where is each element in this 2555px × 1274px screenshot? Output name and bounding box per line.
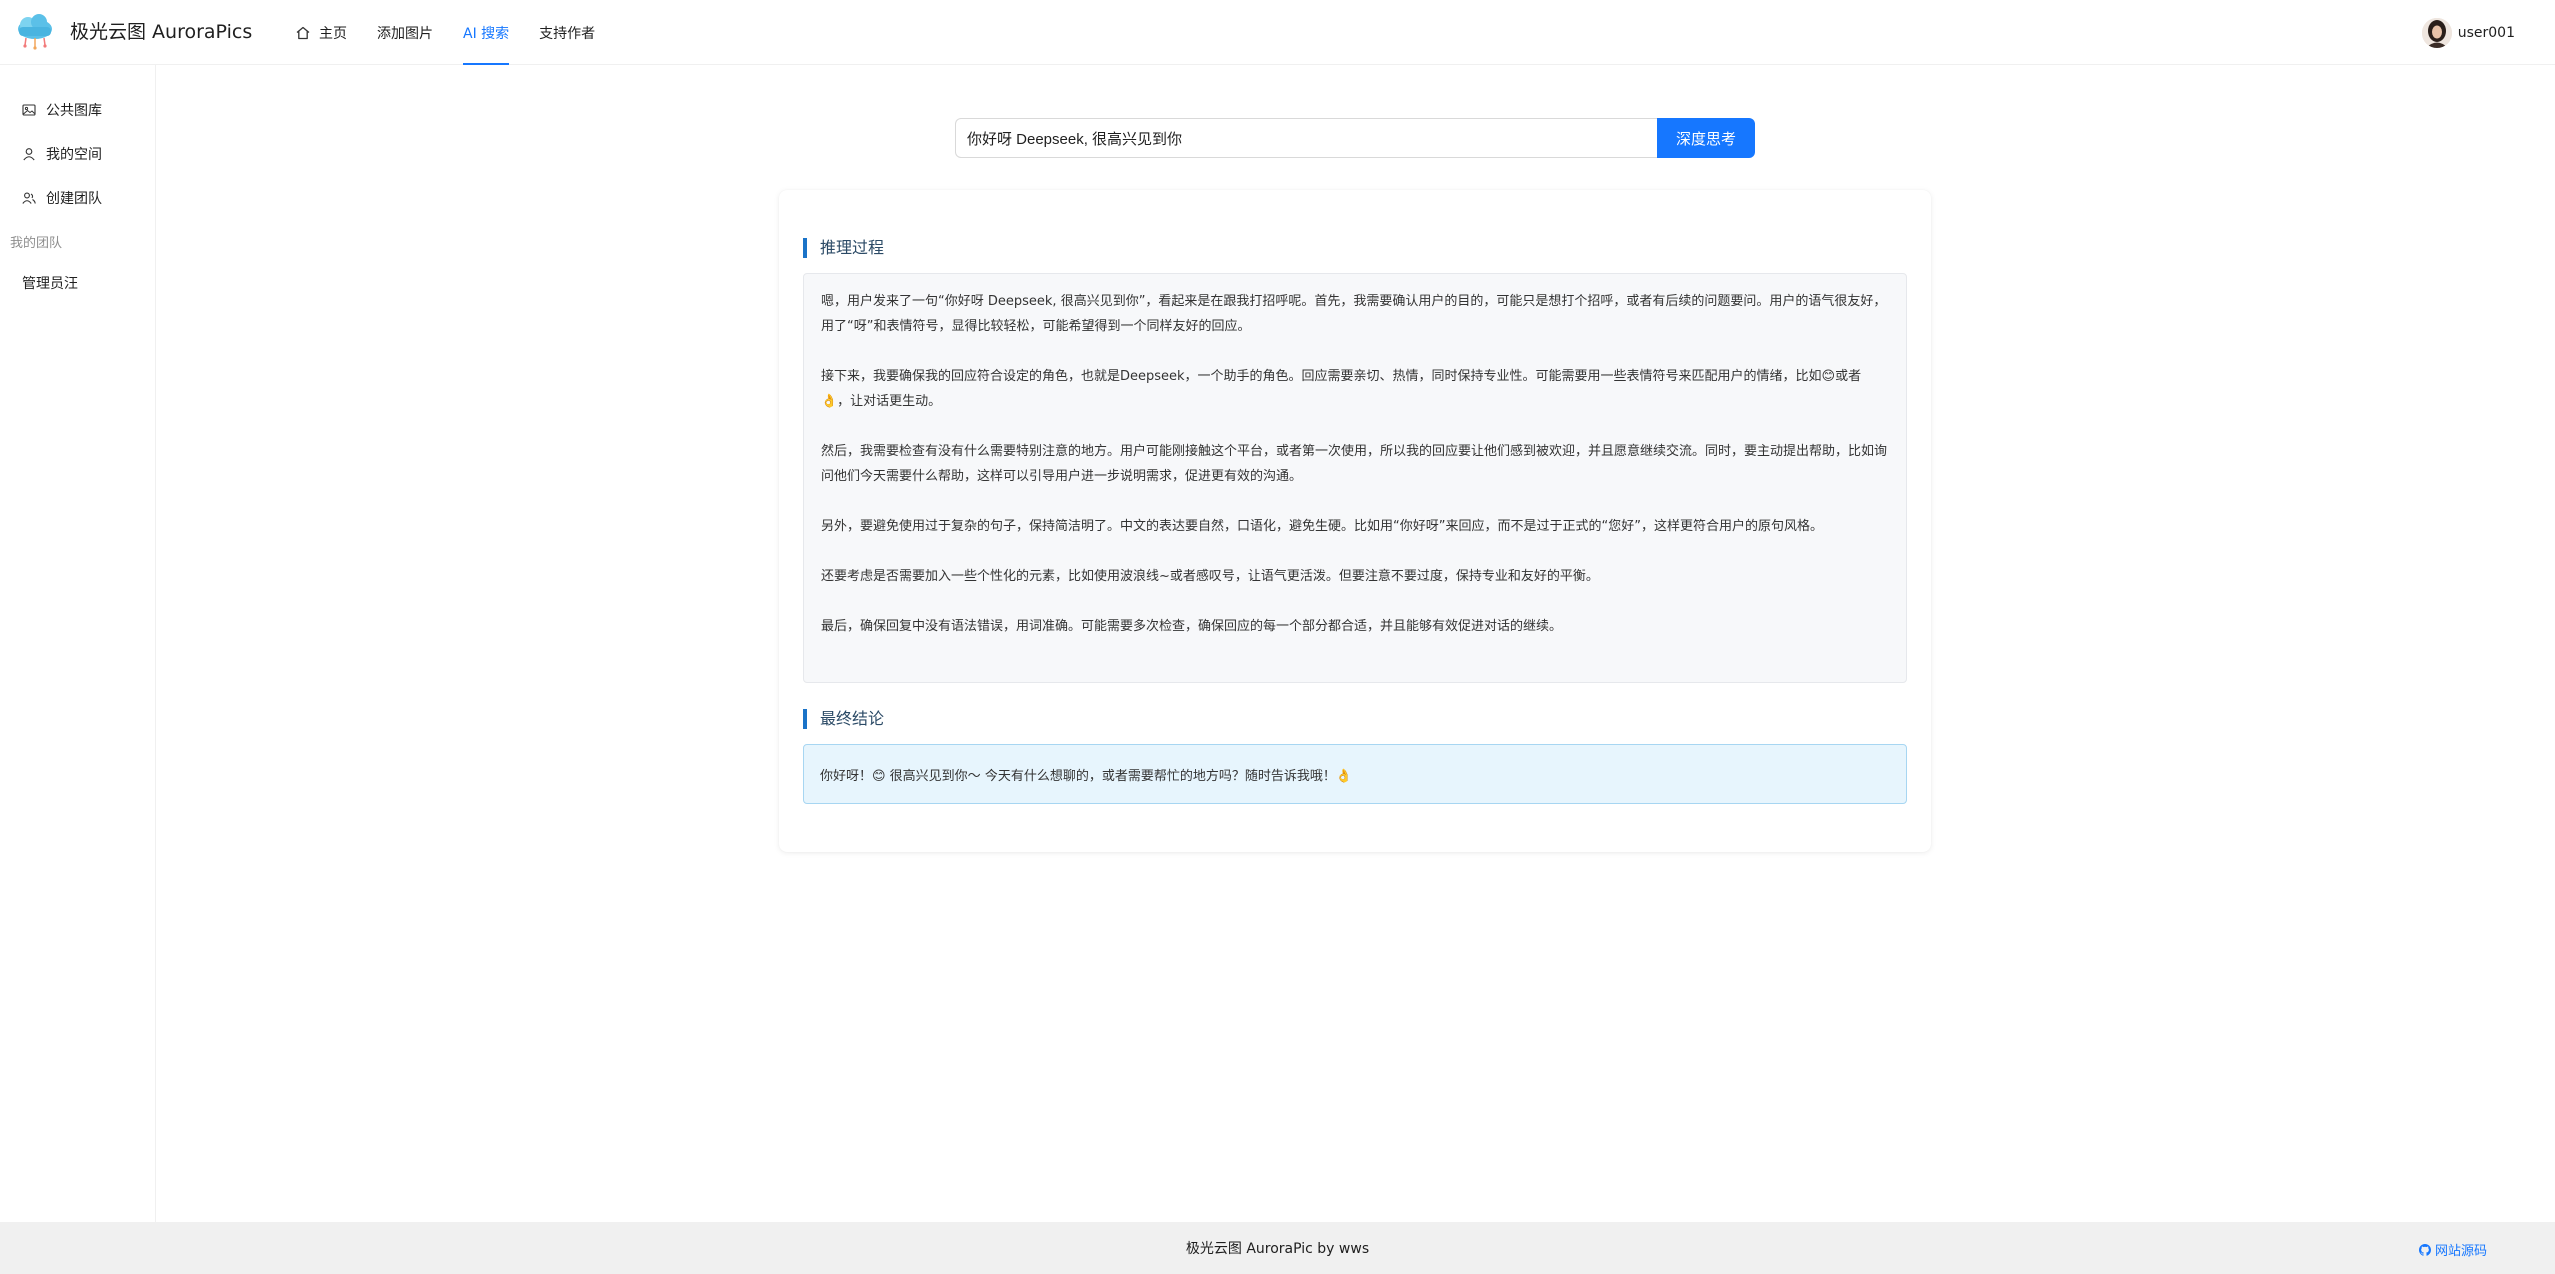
user-name: user001: [2457, 25, 2515, 41]
user-menu[interactable]: user001: [2421, 17, 2515, 49]
github-icon: [2418, 1243, 2431, 1256]
source-code-link[interactable]: 网站源码: [2418, 1240, 2487, 1259]
reasoning-paragraph: 接下来，我要确保我的回应符合设定的角色，也就是Deepseek，一个助手的角色。…: [821, 369, 1862, 409]
search-input[interactable]: [955, 118, 1658, 158]
sidebar-item-label: 公共图库: [46, 103, 102, 119]
app-title[interactable]: 极光云图 AuroraPics: [70, 18, 252, 46]
picture-icon: [22, 104, 36, 116]
team-icon: [22, 192, 36, 204]
deep-think-button[interactable]: 深度思考: [1657, 118, 1755, 158]
reasoning-content: 嗯，用户发来了一句“你好呀 Deepseek, 很高兴见到你”，看起来是在跟我打…: [803, 273, 1907, 683]
sidebar-item-label: 我的空间: [46, 147, 102, 163]
nav-item-label: 添加图片: [377, 25, 433, 42]
reasoning-paragraph: 最后，确保回复中没有语法错误，用词准确。可能需要多次检查，确保回应的每一个部分都…: [821, 619, 1563, 634]
top-header: 极光云图 AuroraPics 主页 添加图片 AI 搜索 支持作者 user0…: [0, 0, 2555, 65]
reasoning-title: 推理过程: [803, 238, 884, 258]
reasoning-paragraph: 另外，要避免使用过于复杂的句子，保持简洁明了。中文的表达要自然，口语化，避免生硬…: [821, 519, 1823, 534]
nav-item-support-author[interactable]: 支持作者: [524, 0, 610, 65]
conclusion-box: 你好呀！😊 很高兴见到你～ 今天有什么想聊的，或者需要帮忙的地方吗？随时告诉我哦…: [803, 744, 1907, 804]
main-nav: 主页 添加图片 AI 搜索 支持作者: [280, 0, 610, 65]
sidebar-item-public-gallery[interactable]: 公共图库: [0, 90, 155, 130]
conclusion-title: 最终结论: [803, 709, 884, 729]
nav-item-ai-search[interactable]: AI 搜索: [448, 0, 524, 65]
conclusion-text: 你好呀！😊 很高兴见到你～ 今天有什么想聊的，或者需要帮忙的地方吗？随时告诉我哦…: [820, 768, 1353, 784]
avatar[interactable]: [2421, 18, 2452, 48]
sidebar: 公共图库 我的空间 创建团队 我的团队 管理员汪: [0, 65, 156, 1222]
sidebar-item-team-admin[interactable]: 管理员汪: [0, 263, 155, 303]
nav-item-home[interactable]: 主页: [280, 0, 362, 65]
nav-item-label: AI 搜索: [463, 25, 510, 42]
sidebar-item-label: 创建团队: [46, 191, 102, 207]
user-icon: [23, 148, 35, 161]
nav-item-add-picture[interactable]: 添加图片: [362, 0, 448, 65]
cloud-logo-icon[interactable]: [14, 14, 56, 50]
source-code-link-label: 网站源码: [2434, 1244, 2487, 1259]
nav-item-label: 主页: [319, 25, 347, 42]
sidebar-group-title: 我的团队: [10, 236, 63, 251]
search-bar: 深度思考: [955, 118, 1755, 158]
home-icon: [296, 26, 310, 39]
footer: 极光云图 AuroraPic by wws 网站源码: [0, 1222, 2555, 1274]
result-card: 推理过程 嗯，用户发来了一句“你好呀 Deepseek, 很高兴见到你”，看起来…: [779, 190, 1931, 852]
sidebar-item-label: 管理员汪: [22, 276, 78, 292]
reasoning-paragraph: 然后，我需要检查有没有什么需要特别注意的地方。用户可能刚接触这个平台，或者第一次…: [821, 444, 1888, 484]
sidebar-item-my-space[interactable]: 我的空间: [0, 134, 155, 174]
footer-text: 极光云图 AuroraPic by wws: [1185, 1241, 1370, 1257]
reasoning-paragraph: 还要考虑是否需要加入一些个性化的元素，比如使用波浪线~或者感叹号，让语气更活泼。…: [821, 569, 1599, 584]
sidebar-item-create-team[interactable]: 创建团队: [0, 178, 155, 218]
reasoning-paragraph: 嗯，用户发来了一句“你好呀 Deepseek, 很高兴见到你”，看起来是在跟我打…: [821, 294, 1887, 334]
nav-item-label: 支持作者: [539, 25, 596, 42]
